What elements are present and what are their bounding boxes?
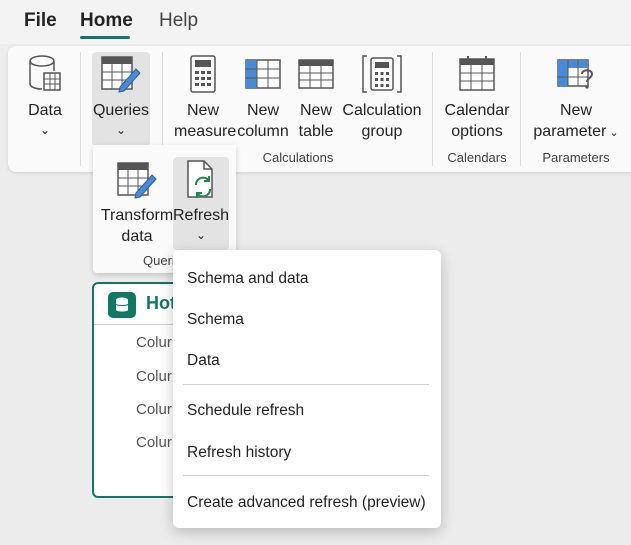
- calendar-icon: [459, 56, 495, 91]
- calculator-group-icon: [362, 55, 402, 93]
- refresh-button-label: Refresh: [173, 207, 230, 224]
- new-column-label-2: column: [237, 123, 289, 140]
- table-pencil-icon: [101, 56, 141, 93]
- new-table-label-1: New: [299, 102, 332, 119]
- chevron-down-icon: ⌄: [39, 123, 51, 137]
- calendar-options-label-1: Calendar: [444, 102, 510, 119]
- new-parameter-label-2: parameter: [533, 123, 607, 140]
- menu-divider: [183, 384, 429, 385]
- table-icon: [298, 59, 334, 89]
- ribbon-separator: [80, 52, 81, 166]
- table-column[interactable]: Colur: [136, 334, 172, 351]
- menu-item-data[interactable]: Data: [187, 352, 220, 370]
- database-table-icon: [29, 55, 61, 91]
- new-measure-label-1: New: [186, 102, 219, 119]
- calculation-group-label-2: group: [361, 123, 403, 140]
- data-button-label: Data: [28, 102, 62, 119]
- chevron-down-icon: ⌄: [195, 228, 207, 242]
- calculation-group-label-1: Calculation: [342, 102, 422, 119]
- menu-item-schema[interactable]: Schema: [187, 311, 244, 329]
- calculation-group-button[interactable]: Calculation group: [342, 54, 422, 142]
- group-label-calendars: Calendars: [447, 150, 507, 165]
- data-button[interactable]: Data ⌄: [22, 54, 68, 146]
- refresh-document-icon: [187, 160, 213, 198]
- table-column[interactable]: Colur: [136, 368, 172, 385]
- group-label-queries: Queri: [143, 253, 175, 268]
- new-table-button[interactable]: New table: [296, 54, 336, 142]
- new-column-label-1: New: [246, 102, 279, 119]
- transform-data-label-2: data: [121, 228, 153, 245]
- refresh-dropdown-menu: Schema and data Schema Data Schedule ref…: [173, 250, 441, 528]
- tab-help[interactable]: Help: [159, 10, 198, 32]
- menu-item-create-advanced-refresh[interactable]: Create advanced refresh (preview): [187, 494, 426, 512]
- menu-item-refresh-history[interactable]: Refresh history: [187, 444, 291, 462]
- table-pencil-icon: [117, 162, 157, 199]
- ribbon-separator: [520, 52, 521, 166]
- chevron-down-icon: ⌄: [115, 123, 127, 137]
- tab-home[interactable]: Home: [80, 10, 133, 32]
- table-column[interactable]: Colur: [136, 434, 172, 451]
- ribbon-tab-bar: File Home Help: [0, 0, 631, 44]
- calculator-icon: [190, 55, 216, 93]
- table-card-title: Hot: [146, 293, 176, 313]
- queries-button[interactable]: Queries ⌄: [92, 52, 150, 146]
- transform-data-label-1: Transform: [100, 207, 174, 224]
- table-column[interactable]: Colur: [136, 401, 172, 418]
- new-parameter-button[interactable]: New parameter ⌄: [532, 54, 620, 144]
- database-icon: [108, 292, 136, 318]
- tab-file[interactable]: File: [24, 10, 57, 32]
- active-tab-indicator: [80, 36, 130, 39]
- menu-item-schedule-refresh[interactable]: Schedule refresh: [187, 402, 304, 420]
- new-column-button[interactable]: New column: [236, 54, 290, 142]
- calendar-options-button[interactable]: Calendar options: [444, 54, 510, 142]
- new-table-label-2: table: [298, 123, 334, 140]
- new-measure-button[interactable]: New measure: [174, 54, 236, 142]
- new-measure-label-2: measure: [174, 123, 237, 140]
- queries-button-label: Queries: [92, 102, 150, 119]
- chevron-down-icon: ⌄: [606, 127, 619, 139]
- calendar-options-label-2: options: [451, 123, 503, 140]
- new-parameter-label-1: New: [559, 102, 592, 119]
- ribbon-separator: [432, 52, 433, 166]
- menu-item-schema-and-data[interactable]: Schema and data: [187, 270, 309, 288]
- transform-data-button[interactable]: Transform data: [99, 159, 175, 247]
- table-column-icon: [245, 59, 281, 89]
- menu-divider: [183, 475, 429, 476]
- group-label-parameters: Parameters: [542, 150, 610, 165]
- refresh-button[interactable]: Refresh ⌄: [173, 157, 229, 250]
- table-question-icon: [557, 59, 594, 89]
